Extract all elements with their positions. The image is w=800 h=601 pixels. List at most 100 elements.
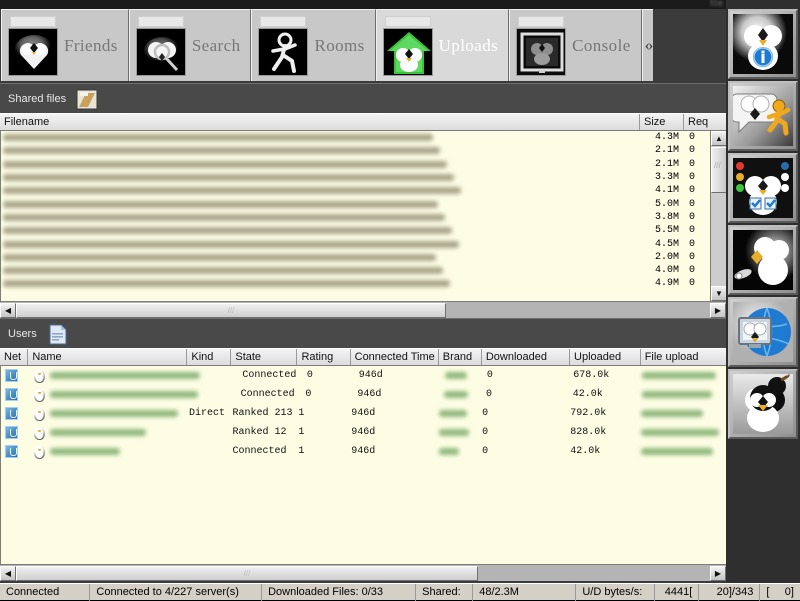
file-req-cell: 0 bbox=[685, 145, 707, 156]
users-horizontal-scrollbar[interactable]: ◀ /// ▶ bbox=[0, 564, 726, 581]
file-name-cell bbox=[1, 241, 641, 248]
users-col-downloaded[interactable]: Downloaded bbox=[482, 349, 570, 365]
status-bar: Connected Connected to 4/227 server(s) D… bbox=[0, 583, 800, 600]
file-row[interactable]: 4.9M0 bbox=[1, 277, 709, 290]
users-col-kind[interactable]: Kind bbox=[187, 349, 231, 365]
user-row[interactable]: Connected0946d042.0k bbox=[1, 385, 726, 404]
user-row[interactable]: Connected0946d0678.0k bbox=[1, 366, 726, 385]
shared-folder-icon[interactable] bbox=[76, 88, 98, 110]
file-row[interactable]: 2.1M0 bbox=[1, 144, 709, 157]
file-row[interactable]: 2.0M0 bbox=[1, 251, 709, 264]
status-shared-value: 48/2.3M bbox=[473, 584, 576, 601]
redacted-brand bbox=[439, 448, 459, 455]
redacted-brand bbox=[445, 372, 467, 379]
user-net-cell bbox=[1, 445, 29, 458]
user-rating-cell: 1 bbox=[298, 446, 351, 457]
file-size-cell: 4.1M bbox=[641, 185, 685, 196]
user-row[interactable]: Ranked 121946d0828.0k bbox=[1, 423, 726, 442]
users-hscroll-right-button[interactable]: ▶ bbox=[710, 566, 726, 581]
users-title: Users bbox=[8, 328, 37, 340]
file-row[interactable]: 4.1M0 bbox=[1, 184, 709, 197]
network-penguin-button[interactable] bbox=[728, 297, 798, 367]
transfer-penguin-button[interactable] bbox=[728, 225, 798, 295]
users-list[interactable]: Connected0946d0678.0kConnected0946d042.0… bbox=[0, 366, 726, 564]
users-hscroll-left-button[interactable]: ◀ bbox=[0, 566, 16, 581]
status-downloaded-files: Downloaded Files: 0/33 bbox=[262, 584, 416, 601]
file-row[interactable]: 4.3M0 bbox=[1, 131, 709, 144]
users-col-brand[interactable]: Brand bbox=[439, 349, 482, 365]
users-col-rating[interactable]: Rating bbox=[297, 349, 350, 365]
tab-console[interactable]: Console bbox=[509, 9, 642, 81]
tab-nav-arrows[interactable]: ‹› bbox=[642, 9, 654, 81]
file-row[interactable]: 4.5M0 bbox=[1, 237, 709, 250]
files-horizontal-scrollbar[interactable]: ◀ /// ▶ bbox=[0, 301, 726, 318]
uploads-green-house-penguin-icon bbox=[383, 16, 435, 76]
tab-search[interactable]: Search bbox=[129, 9, 252, 81]
file-row[interactable]: 3.8M0 bbox=[1, 211, 709, 224]
info-penguin-button[interactable] bbox=[728, 9, 798, 79]
file-row[interactable]: 3.3M0 bbox=[1, 171, 709, 184]
user-downloaded-cell: 0 bbox=[486, 389, 573, 400]
files-col-size[interactable]: Size bbox=[640, 114, 684, 130]
redacted-filename bbox=[3, 187, 461, 194]
user-connected-time-cell: 946d bbox=[351, 446, 439, 457]
users-col-uploaded[interactable]: Uploaded bbox=[570, 349, 641, 365]
penguin-options-traffic-icon bbox=[733, 158, 793, 218]
redacted-filename bbox=[3, 227, 452, 234]
files-hscroll-track[interactable]: /// bbox=[16, 303, 710, 318]
users-hscroll-thumb[interactable]: /// bbox=[16, 566, 478, 581]
status-ud-up: 4441[ bbox=[655, 584, 699, 601]
file-row[interactable]: 2.1M0 bbox=[1, 158, 709, 171]
file-req-cell: 0 bbox=[685, 239, 707, 250]
shared-files-header: Shared files bbox=[0, 83, 726, 113]
users-col-connected-time[interactable]: Connected Time bbox=[351, 349, 439, 365]
options-penguin-button[interactable] bbox=[728, 153, 798, 223]
file-row[interactable]: 4.0M0 bbox=[1, 264, 709, 277]
files-scroll-up-button[interactable]: ▲ bbox=[711, 131, 726, 146]
users-hscroll-track[interactable]: /// bbox=[16, 566, 710, 581]
penguin-transfer-star-icon bbox=[733, 230, 793, 290]
tab-rooms[interactable]: Rooms bbox=[251, 9, 375, 81]
user-name-cell bbox=[29, 426, 189, 440]
files-col-filename[interactable]: Filename bbox=[0, 114, 640, 130]
users-col-file-upload[interactable]: File upload bbox=[641, 349, 726, 365]
user-row[interactable]: Connected1946d042.0k bbox=[1, 442, 726, 461]
redacted-username bbox=[50, 448, 120, 455]
file-req-cell: 0 bbox=[685, 185, 707, 196]
files-hscroll-right-button[interactable]: ▶ bbox=[710, 303, 726, 318]
users-col-state[interactable]: State bbox=[231, 349, 297, 365]
files-col-req[interactable]: Req bbox=[684, 114, 710, 130]
files-scroll-down-button[interactable]: ▼ bbox=[711, 286, 726, 301]
user-rating-cell: 0 bbox=[307, 370, 359, 381]
quit-penguin-button[interactable] bbox=[728, 369, 798, 439]
users-col-net[interactable]: Net bbox=[0, 349, 28, 365]
user-rating-cell: 1 bbox=[298, 427, 351, 438]
tab-label-search: Search bbox=[192, 36, 241, 56]
user-file-upload-cell bbox=[641, 429, 726, 436]
user-net-cell bbox=[1, 426, 29, 439]
file-name-cell bbox=[1, 214, 641, 221]
file-row[interactable]: 5.0M0 bbox=[1, 197, 709, 210]
redacted-filename bbox=[3, 241, 459, 248]
shared-files-list[interactable]: 4.3M02.1M02.1M03.3M04.1M05.0M03.8M05.5M0… bbox=[0, 131, 726, 301]
chat-penguin-button[interactable] bbox=[728, 81, 798, 151]
tab-nav-next-icon[interactable]: › bbox=[648, 37, 651, 55]
files-hscroll-left-button[interactable]: ◀ bbox=[0, 303, 16, 318]
files-vertical-scrollbar[interactable]: ▲ ▼ bbox=[710, 131, 726, 301]
user-brand-cell bbox=[445, 372, 487, 379]
user-downloaded-cell: 0 bbox=[487, 370, 573, 381]
file-row[interactable]: 5.5M0 bbox=[1, 224, 709, 237]
user-row[interactable]: DirectRanked 2131946d0792.0k bbox=[1, 404, 726, 423]
tab-uploads[interactable]: Uploads bbox=[376, 9, 509, 81]
user-kind-cell: Direct bbox=[189, 408, 233, 419]
files-hscroll-thumb[interactable]: /// bbox=[16, 303, 446, 318]
redacted-username bbox=[50, 429, 146, 436]
users-page-icon[interactable] bbox=[47, 323, 69, 345]
console-framed-penguin-icon bbox=[516, 16, 568, 76]
users-col-name[interactable]: Name bbox=[28, 349, 187, 365]
right-sidebar bbox=[726, 0, 800, 600]
file-name-cell bbox=[1, 267, 641, 274]
tab-bar: Friends bbox=[0, 9, 726, 83]
tab-friends[interactable]: Friends bbox=[1, 9, 129, 81]
files-scroll-thumb[interactable] bbox=[711, 147, 726, 193]
